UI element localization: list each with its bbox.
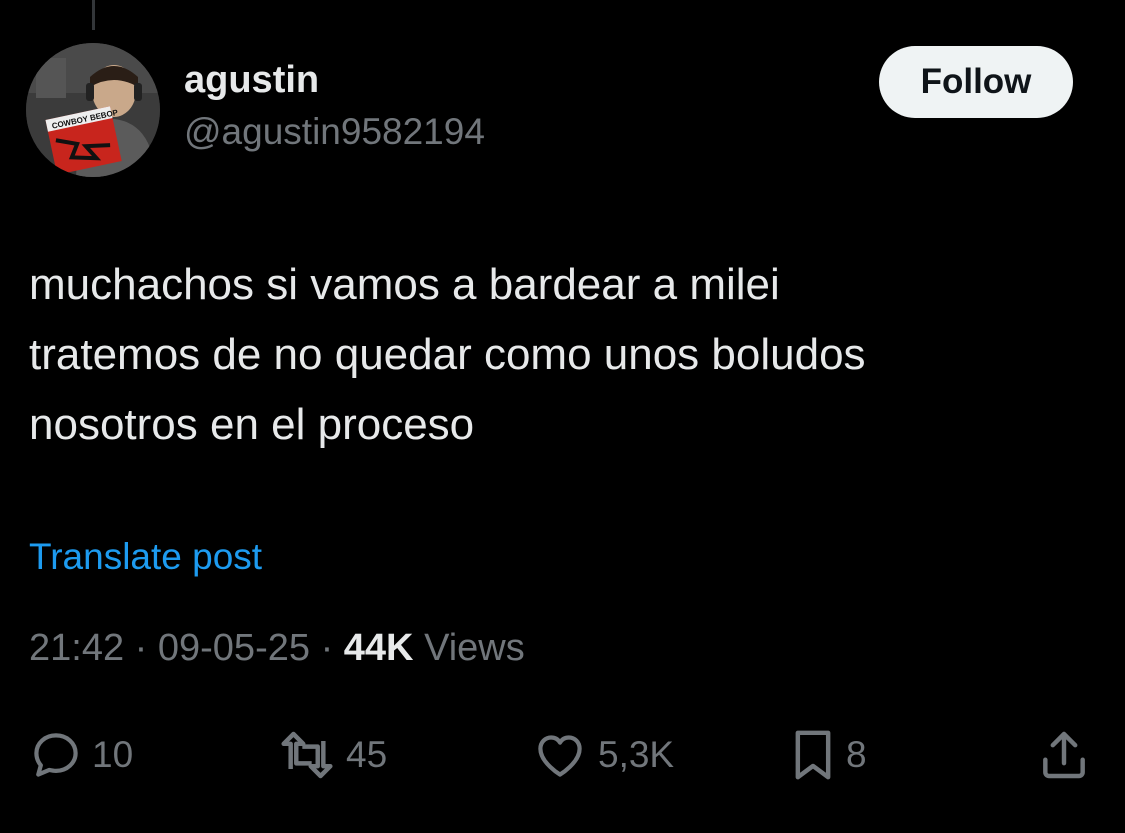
meta-separator: ·	[320, 627, 334, 669]
repost-count: 45	[346, 734, 388, 775]
follow-button[interactable]: Follow	[879, 46, 1073, 118]
bookmark-icon	[795, 730, 831, 780]
post-date[interactable]: 09-05-25	[158, 627, 310, 669]
like-count: 5,3K	[598, 734, 675, 775]
share-icon	[1043, 731, 1085, 779]
post-time[interactable]: 21:42	[29, 627, 124, 669]
views-label: Views	[424, 627, 525, 669]
repost-button[interactable]: 45	[276, 720, 387, 790]
action-bar: 10 45 5,3K 8	[0, 720, 1125, 790]
repost-icon	[281, 731, 333, 779]
translate-post-link[interactable]: Translate post	[29, 536, 262, 578]
avatar[interactable]: COWBOY BEBOP	[26, 43, 160, 177]
thread-connector-line	[92, 0, 95, 30]
bookmark-count: 8	[846, 734, 867, 775]
profile-photo: COWBOY BEBOP	[26, 43, 160, 177]
reply-icon	[34, 733, 78, 777]
author-handle[interactable]: @agustin9582194	[184, 111, 485, 153]
bookmark-button[interactable]: 8	[788, 720, 867, 790]
meta-separator: ·	[134, 627, 148, 669]
heart-icon	[538, 735, 582, 777]
share-button[interactable]	[1036, 720, 1092, 790]
author-display-name[interactable]: agustin	[184, 59, 319, 102]
views-count: 44K	[343, 627, 414, 669]
post-text: muchachos si vamos a bardear a milei tra…	[29, 260, 866, 449]
reply-count: 10	[92, 734, 134, 775]
post-meta: 21:42 · 09-05-25 · 44K Views	[29, 627, 525, 670]
reply-button[interactable]: 10	[28, 720, 133, 790]
like-button[interactable]: 5,3K	[530, 720, 674, 790]
